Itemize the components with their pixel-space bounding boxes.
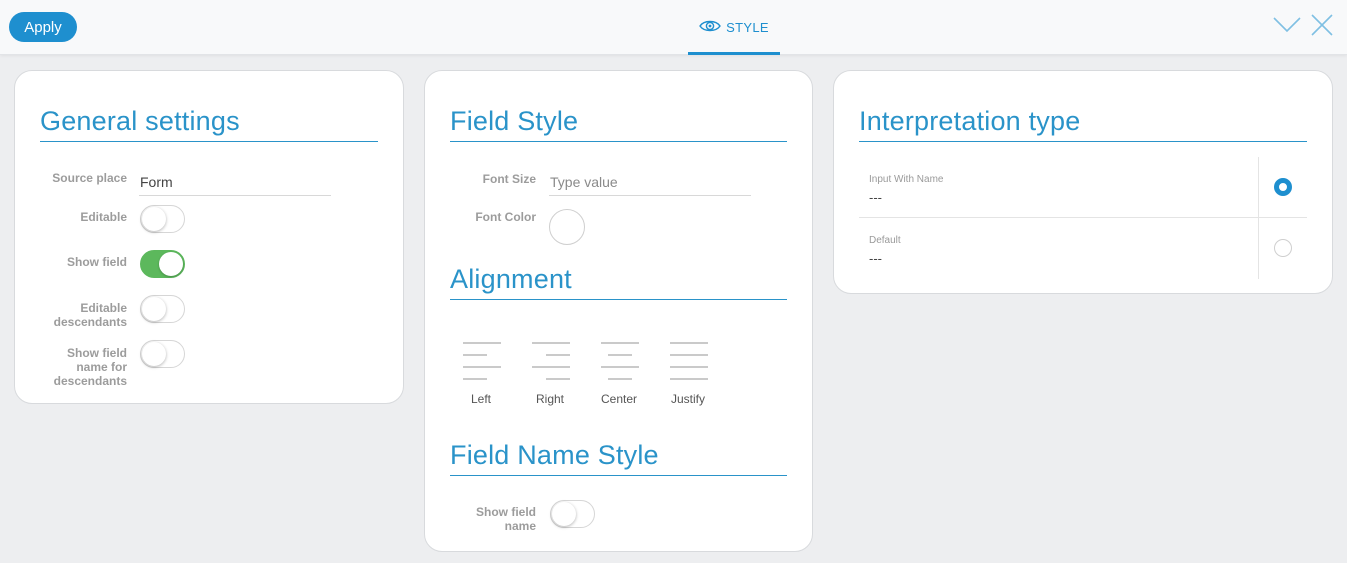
show-field-toggle[interactable] bbox=[140, 250, 185, 278]
title-divider bbox=[450, 299, 787, 300]
align-right-icon bbox=[532, 342, 570, 380]
interpretation-type-card: Interpretation type Input With Name --- … bbox=[833, 70, 1333, 294]
editable-toggle[interactable] bbox=[140, 205, 185, 233]
align-left-icon bbox=[463, 342, 501, 380]
toggle-knob bbox=[142, 342, 166, 366]
font-size-label: Font Size bbox=[482, 172, 536, 186]
label-line: Show field bbox=[67, 346, 127, 360]
interpretation-option-default[interactable]: Default --- bbox=[859, 218, 1307, 278]
field-style-card: Field Style Font Size Font Color Alignme… bbox=[424, 70, 813, 552]
toggle-knob bbox=[159, 252, 183, 276]
title-divider bbox=[859, 141, 1307, 142]
tab-active-indicator bbox=[688, 52, 780, 55]
title-divider bbox=[450, 141, 787, 142]
show-field-label: Show field bbox=[67, 255, 127, 269]
align-center-icon bbox=[601, 342, 639, 380]
toggle-knob bbox=[552, 502, 576, 526]
toggle-knob bbox=[142, 297, 166, 321]
alignment-title: Alignment bbox=[450, 264, 572, 294]
tab-style[interactable]: STYLE bbox=[688, 0, 780, 55]
interpretation-type-title: Interpretation type bbox=[859, 106, 1081, 136]
toggle-knob bbox=[142, 207, 166, 231]
editable-descendants-label: Editable descendants bbox=[35, 301, 127, 329]
align-right-option[interactable]: Right bbox=[528, 341, 572, 406]
align-justify-option[interactable]: Justify bbox=[666, 341, 710, 406]
label-line: name for bbox=[76, 360, 127, 374]
field-name-style-title: Field Name Style bbox=[450, 440, 659, 470]
general-settings-title: General settings bbox=[40, 106, 240, 136]
show-field-name-toggle[interactable] bbox=[550, 500, 595, 528]
option-value: --- bbox=[869, 251, 882, 266]
top-bar: Apply STYLE bbox=[0, 0, 1347, 55]
show-field-name-label: Show field name bbox=[445, 505, 536, 533]
font-color-label: Font Color bbox=[475, 210, 536, 224]
align-justify-label: Justify bbox=[670, 392, 705, 406]
general-settings-card: General settings Source place Editable S… bbox=[14, 70, 404, 404]
apply-button[interactable]: Apply bbox=[9, 12, 77, 42]
show-field-name-descendants-toggle[interactable] bbox=[140, 340, 185, 368]
close-icon[interactable] bbox=[1310, 13, 1334, 42]
interpretation-option-input-with-name[interactable]: Input With Name --- bbox=[859, 157, 1307, 217]
tab-style-label: STYLE bbox=[726, 20, 769, 35]
eye-icon bbox=[699, 19, 721, 36]
chevron-down-icon[interactable] bbox=[1273, 13, 1301, 40]
label-line: descendants bbox=[53, 315, 127, 329]
source-place-label: Source place bbox=[52, 171, 127, 185]
option-value: --- bbox=[869, 190, 882, 205]
option-title: Default bbox=[869, 235, 901, 246]
label-line: Editable bbox=[80, 301, 127, 315]
source-place-input[interactable] bbox=[139, 168, 331, 196]
font-color-picker[interactable] bbox=[549, 209, 585, 245]
font-size-input[interactable] bbox=[549, 168, 751, 196]
default-radio[interactable] bbox=[1274, 239, 1292, 257]
align-right-label: Right bbox=[535, 392, 564, 406]
title-divider bbox=[450, 475, 787, 476]
align-center-option[interactable]: Center bbox=[597, 341, 641, 406]
label-line: name bbox=[504, 519, 536, 533]
field-style-title: Field Style bbox=[450, 106, 579, 136]
label-line: descendants bbox=[53, 374, 127, 388]
show-field-name-descendants-label: Show field name for descendants bbox=[35, 346, 127, 388]
option-title: Input With Name bbox=[869, 174, 944, 185]
title-divider bbox=[40, 141, 378, 142]
editable-label: Editable bbox=[80, 210, 127, 224]
editable-descendants-toggle[interactable] bbox=[140, 295, 185, 323]
align-justify-icon bbox=[670, 342, 708, 380]
label-line: Show field bbox=[476, 505, 536, 519]
align-left-label: Left bbox=[470, 392, 491, 406]
align-left-option[interactable]: Left bbox=[459, 341, 503, 406]
column-divider bbox=[1258, 157, 1259, 279]
input-with-name-radio[interactable] bbox=[1274, 178, 1292, 196]
align-center-label: Center bbox=[600, 392, 638, 406]
